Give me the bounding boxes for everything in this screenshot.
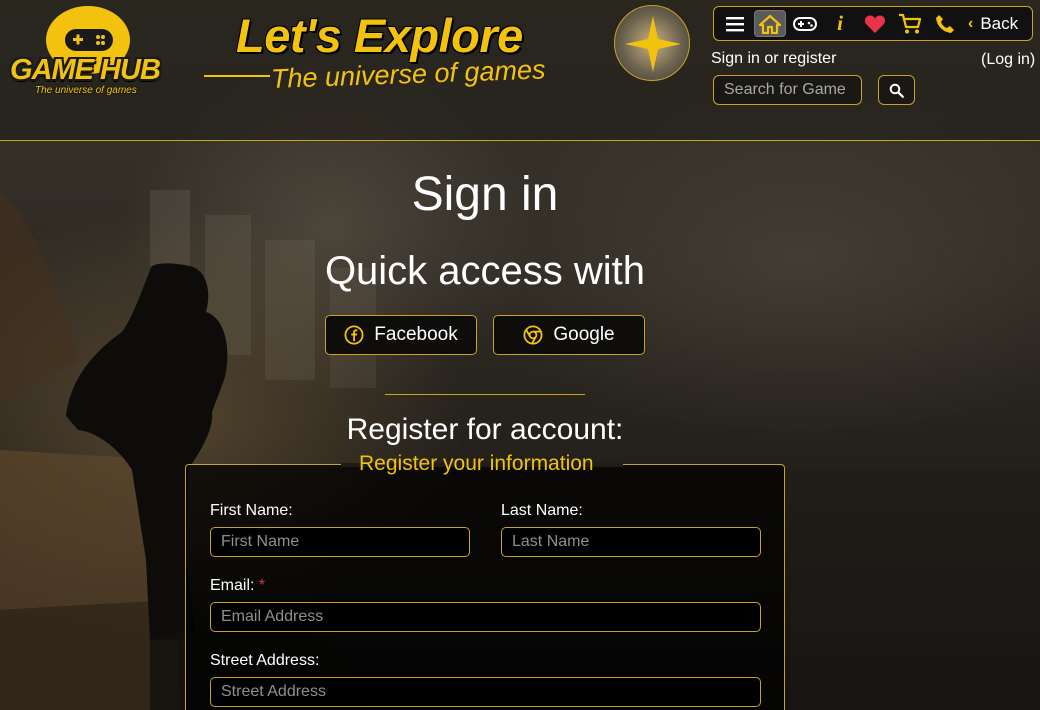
last-name-label: Last Name: <box>501 502 583 519</box>
main-content: Sign in Quick access with Facebook Googl… <box>0 141 1040 710</box>
facebook-icon <box>344 325 364 345</box>
contact-button[interactable] <box>929 10 961 37</box>
menu-icon <box>726 16 744 31</box>
google-label: Google <box>553 324 615 345</box>
google-chrome-icon <box>523 325 543 345</box>
games-button[interactable] <box>789 10 821 37</box>
back-button[interactable]: ‹ Back <box>968 14 1018 34</box>
game-hub-logo[interactable]: GAME HUB The universe of games <box>6 2 166 100</box>
first-name-label: First Name: <box>210 502 293 519</box>
street-address-label: Street Address: <box>210 652 320 669</box>
street-address-field[interactable] <box>210 677 761 707</box>
home-icon <box>759 14 781 34</box>
search-icon <box>889 83 904 98</box>
section-divider <box>385 394 585 395</box>
game-search-input[interactable] <box>713 75 862 105</box>
required-marker: * <box>258 577 266 594</box>
chevron-left-icon: ‹ <box>968 14 974 32</box>
hero-divider <box>204 75 270 77</box>
cart-button[interactable] <box>894 10 926 37</box>
top-toolbar: i ‹ Back <box>713 6 1033 41</box>
last-name-field[interactable] <box>501 527 761 557</box>
form-legend: Register your information <box>359 452 594 475</box>
google-login-button[interactable]: Google <box>493 315 645 355</box>
hero-title: Let's Explore <box>236 9 523 62</box>
sparkle-icon <box>625 16 681 72</box>
favorites-button[interactable] <box>859 10 891 37</box>
logo-tagline: The universe of games <box>35 85 137 96</box>
first-name-field[interactable] <box>210 527 470 557</box>
back-label: Back <box>980 13 1019 33</box>
email-label: Email: <box>210 577 255 594</box>
theme-star-button[interactable] <box>614 5 690 81</box>
quick-access-heading: Quick access with <box>324 249 646 293</box>
cart-icon <box>899 13 922 33</box>
register-heading: Register for account: <box>346 413 624 446</box>
facebook-login-button[interactable]: Facebook <box>325 315 477 355</box>
login-link[interactable]: (Log in) <box>981 51 1035 69</box>
search-button[interactable] <box>878 75 915 105</box>
signin-register-text: Sign in or register <box>711 50 837 67</box>
menu-button[interactable] <box>719 10 751 37</box>
page-title: Sign in <box>411 168 559 221</box>
facebook-label: Facebook <box>374 324 458 345</box>
email-field[interactable] <box>210 602 761 632</box>
heart-icon <box>864 15 886 33</box>
gamepad-logo-icon <box>65 29 113 51</box>
gamepad-icon <box>793 16 817 31</box>
register-form: Register your information First Name: La… <box>185 452 785 710</box>
logo-text: GAME HUB <box>10 54 161 86</box>
info-button[interactable]: i <box>824 10 856 37</box>
phone-icon <box>936 14 954 33</box>
info-icon: i <box>837 11 843 35</box>
site-header: GAME HUB The universe of games Let's Exp… <box>0 0 1040 141</box>
email-label-row: Email: * <box>210 577 265 595</box>
home-button[interactable] <box>754 10 786 37</box>
